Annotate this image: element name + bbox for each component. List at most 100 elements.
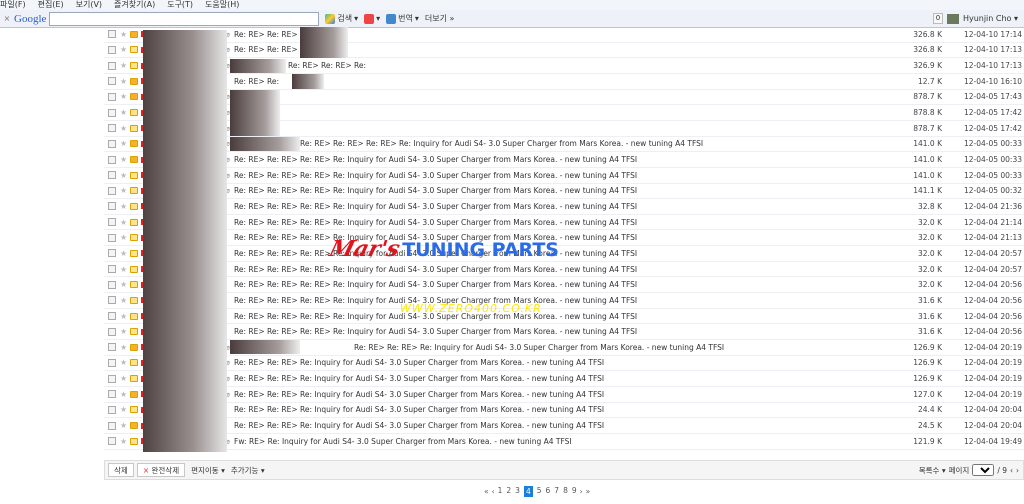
mail-subject[interactable]: Re: RE> Re: RE> Re: RE> Re: Inquiry for … (234, 280, 637, 289)
mail-row[interactable]: ★ ⌀ Re: RE> Re: RE> Re: 326.8 K 12-04-10… (104, 43, 1024, 59)
star-icon[interactable]: ★ (120, 437, 127, 446)
star-icon[interactable]: ★ (120, 77, 127, 86)
mail-subject[interactable]: Re: RE> Re: RE> Re: Inquiry for Audi S4-… (234, 390, 604, 399)
row-checkbox[interactable] (108, 265, 116, 274)
mail-row[interactable]: ★ ⌀ Re: RE> Re: RE> Re: RE> Re: Inquiry … (104, 152, 1024, 168)
mail-subject[interactable]: Re: RE> Re: RE> Re: Inquiry for Audi S4-… (354, 343, 724, 352)
star-icon[interactable]: ★ (120, 92, 127, 101)
star-icon[interactable]: ★ (120, 155, 127, 164)
row-checkbox[interactable] (108, 280, 116, 289)
star-icon[interactable]: ★ (120, 30, 127, 39)
menu-favorites[interactable]: 즐겨찾기(A) (114, 0, 155, 10)
mail-row[interactable]: ★ ⌀ Re: RE> Re: RE> Re: Inquiry for Audi… (104, 371, 1024, 387)
prev-page-link[interactable]: ‹ (492, 487, 495, 496)
more-button[interactable]: 더보기 » (425, 13, 455, 24)
row-checkbox[interactable] (108, 139, 116, 148)
star-icon[interactable]: ★ (120, 171, 127, 180)
row-checkbox[interactable] (108, 61, 116, 70)
mail-subject[interactable]: Re: RE> Re: RE> Re: Inquiry for Audi S4-… (234, 358, 604, 367)
menu-edit[interactable]: 편집(E) (38, 0, 64, 10)
star-icon[interactable]: ★ (120, 374, 127, 383)
mail-row[interactable]: ★ Re: RE> Re: RE> Re: Inquiry for Audi S… (104, 418, 1024, 434)
star-icon[interactable]: ★ (120, 265, 127, 274)
menu-help[interactable]: 도움말(H) (205, 0, 239, 10)
popup-blocker-button[interactable]: ▾ (364, 13, 380, 24)
google-search-input[interactable] (49, 11, 320, 26)
menu-tools[interactable]: 도구(T) (167, 0, 193, 10)
mail-row[interactable]: ★ Re: RE> Re: RE> Re: RE> Re: Inquiry fo… (104, 215, 1024, 231)
mail-row[interactable]: ★ ⌀ Re: RE> Re: RE> Re: RE> Re: Inquiry … (104, 136, 1024, 153)
search-button[interactable]: 검색 ▾ (325, 13, 358, 24)
page-select[interactable]: 4 (972, 464, 995, 476)
mail-subject[interactable]: Re: RE> Re: RE> Re: RE> Re: Inquiry for … (234, 186, 637, 195)
page-link[interactable]: 7 (554, 486, 559, 497)
row-checkbox[interactable] (108, 124, 116, 133)
first-page-icon[interactable]: « (484, 487, 489, 496)
mail-subject[interactable]: Fw: RE> Re: Inquiry for Audi S4- 3.0 Sup… (234, 437, 572, 446)
move-mail-dropdown[interactable]: 편지이동 ▾ (191, 465, 225, 476)
row-checkbox[interactable] (108, 374, 116, 383)
page-link[interactable]: 3 (515, 486, 520, 497)
translate-button[interactable]: 번역 ▾ (386, 13, 419, 24)
mail-row[interactable]: ★ ⌀ Re: RE> Re: RE> Re: Inquiry for Audi… (104, 387, 1024, 403)
star-icon[interactable]: ★ (120, 405, 127, 414)
row-checkbox[interactable] (108, 405, 116, 414)
mail-row[interactable]: ★ ⌀ Re: RE> Re: RE> Re: RE> Re: Inquiry … (104, 184, 1024, 200)
mail-row[interactable]: ★ Re: RE> Re: 12.7 K 12-04-10 16:10 (104, 74, 1024, 90)
star-icon[interactable]: ★ (120, 343, 127, 352)
star-icon[interactable]: ★ (120, 421, 127, 430)
row-checkbox[interactable] (108, 186, 116, 195)
user-name-menu[interactable]: Hyunjin Cho ▾ (963, 14, 1018, 23)
page-link[interactable]: 6 (546, 486, 551, 497)
mail-subject[interactable]: Re: RE> Re: RE> Re: Inquiry for Audi S4-… (234, 374, 604, 383)
row-checkbox[interactable] (108, 249, 116, 258)
star-icon[interactable]: ★ (120, 312, 127, 321)
row-checkbox[interactable] (108, 155, 116, 164)
next-page-link[interactable]: › (580, 487, 583, 496)
row-checkbox[interactable] (108, 343, 116, 352)
mail-row[interactable]: ★ ⌀ Re: RE> Re: RE> Re: RE> Re: Inquiry … (104, 168, 1024, 184)
mail-subject[interactable]: Re: RE> Re: RE> Re: RE> Re: Inquiry for … (234, 202, 637, 211)
row-checkbox[interactable] (108, 421, 116, 430)
row-checkbox[interactable] (108, 437, 116, 446)
mail-row[interactable]: ★ Re: RE> Re: RE> Re: RE> Re: Inquiry fo… (104, 230, 1024, 247)
star-icon[interactable]: ★ (120, 139, 127, 148)
mail-subject[interactable]: Re: RE> Re: RE> Re: RE> Re: Inquiry for … (234, 327, 637, 336)
row-checkbox[interactable] (108, 45, 116, 54)
mail-subject[interactable]: Re: RE> Re: RE> Re: RE> Re: Inquiry for … (234, 265, 637, 274)
star-icon[interactable]: ★ (120, 186, 127, 195)
row-checkbox[interactable] (108, 30, 116, 39)
mail-row[interactable]: ★ ⌀ Re: RE> Re: RE> Re: 326.8 K 12-04-10… (104, 27, 1024, 43)
mail-subject[interactable]: Re: RE> Re: RE> Re: (288, 61, 366, 70)
mail-subject[interactable]: Re: RE> Re: RE> Re: RE> Re: Inquiry for … (234, 155, 637, 164)
row-checkbox[interactable] (108, 296, 116, 305)
close-toolbar-icon[interactable]: × (0, 14, 14, 23)
star-icon[interactable]: ★ (120, 296, 127, 305)
page-link[interactable]: 9 (572, 486, 577, 497)
star-icon[interactable]: ★ (120, 280, 127, 289)
mail-subject[interactable]: Re: RE> Re: RE> Re: Inquiry for Audi S4-… (234, 421, 604, 430)
mail-subject[interactable]: Re: RE> Re: RE> Re: RE> Re: Inquiry for … (234, 171, 637, 180)
mail-row[interactable]: ★ Re: RE> Re: RE> Re: RE> Re: Inquiry fo… (104, 246, 1024, 262)
row-checkbox[interactable] (108, 312, 116, 321)
star-icon[interactable]: ★ (120, 45, 127, 54)
row-checkbox[interactable] (108, 92, 116, 101)
mail-subject[interactable]: Re: RE> Re: (234, 77, 279, 86)
star-icon[interactable]: ★ (120, 358, 127, 367)
delete-button[interactable]: 삭제 (108, 463, 134, 477)
row-checkbox[interactable] (108, 358, 116, 367)
row-checkbox[interactable] (108, 233, 116, 242)
star-icon[interactable]: ★ (120, 61, 127, 70)
star-icon[interactable]: ★ (120, 233, 127, 242)
page-link[interactable]: 8 (563, 486, 568, 497)
mail-row[interactable]: ★ ⌀ Re: RE> Re: RE> Re: Inquiry for Audi… (104, 356, 1024, 372)
notification-count[interactable]: 0 (932, 13, 943, 24)
mail-row[interactable]: ★ Re: RE> Re: RE> Re: RE> Re: Inquiry fo… (104, 199, 1024, 215)
page-link[interactable]: 1 (498, 486, 503, 497)
menu-view[interactable]: 보기(V) (76, 0, 102, 10)
mail-row[interactable]: ★ ⌀ Fw: RE> Re: Inquiry for Audi S4- 3.0… (104, 434, 1024, 450)
menu-file[interactable]: 파일(F) (0, 0, 26, 10)
star-icon[interactable]: ★ (120, 218, 127, 227)
row-checkbox[interactable] (108, 390, 116, 399)
mail-row[interactable]: ★ Re: RE> Re: RE> Re: Inquiry for Audi S… (104, 403, 1024, 419)
